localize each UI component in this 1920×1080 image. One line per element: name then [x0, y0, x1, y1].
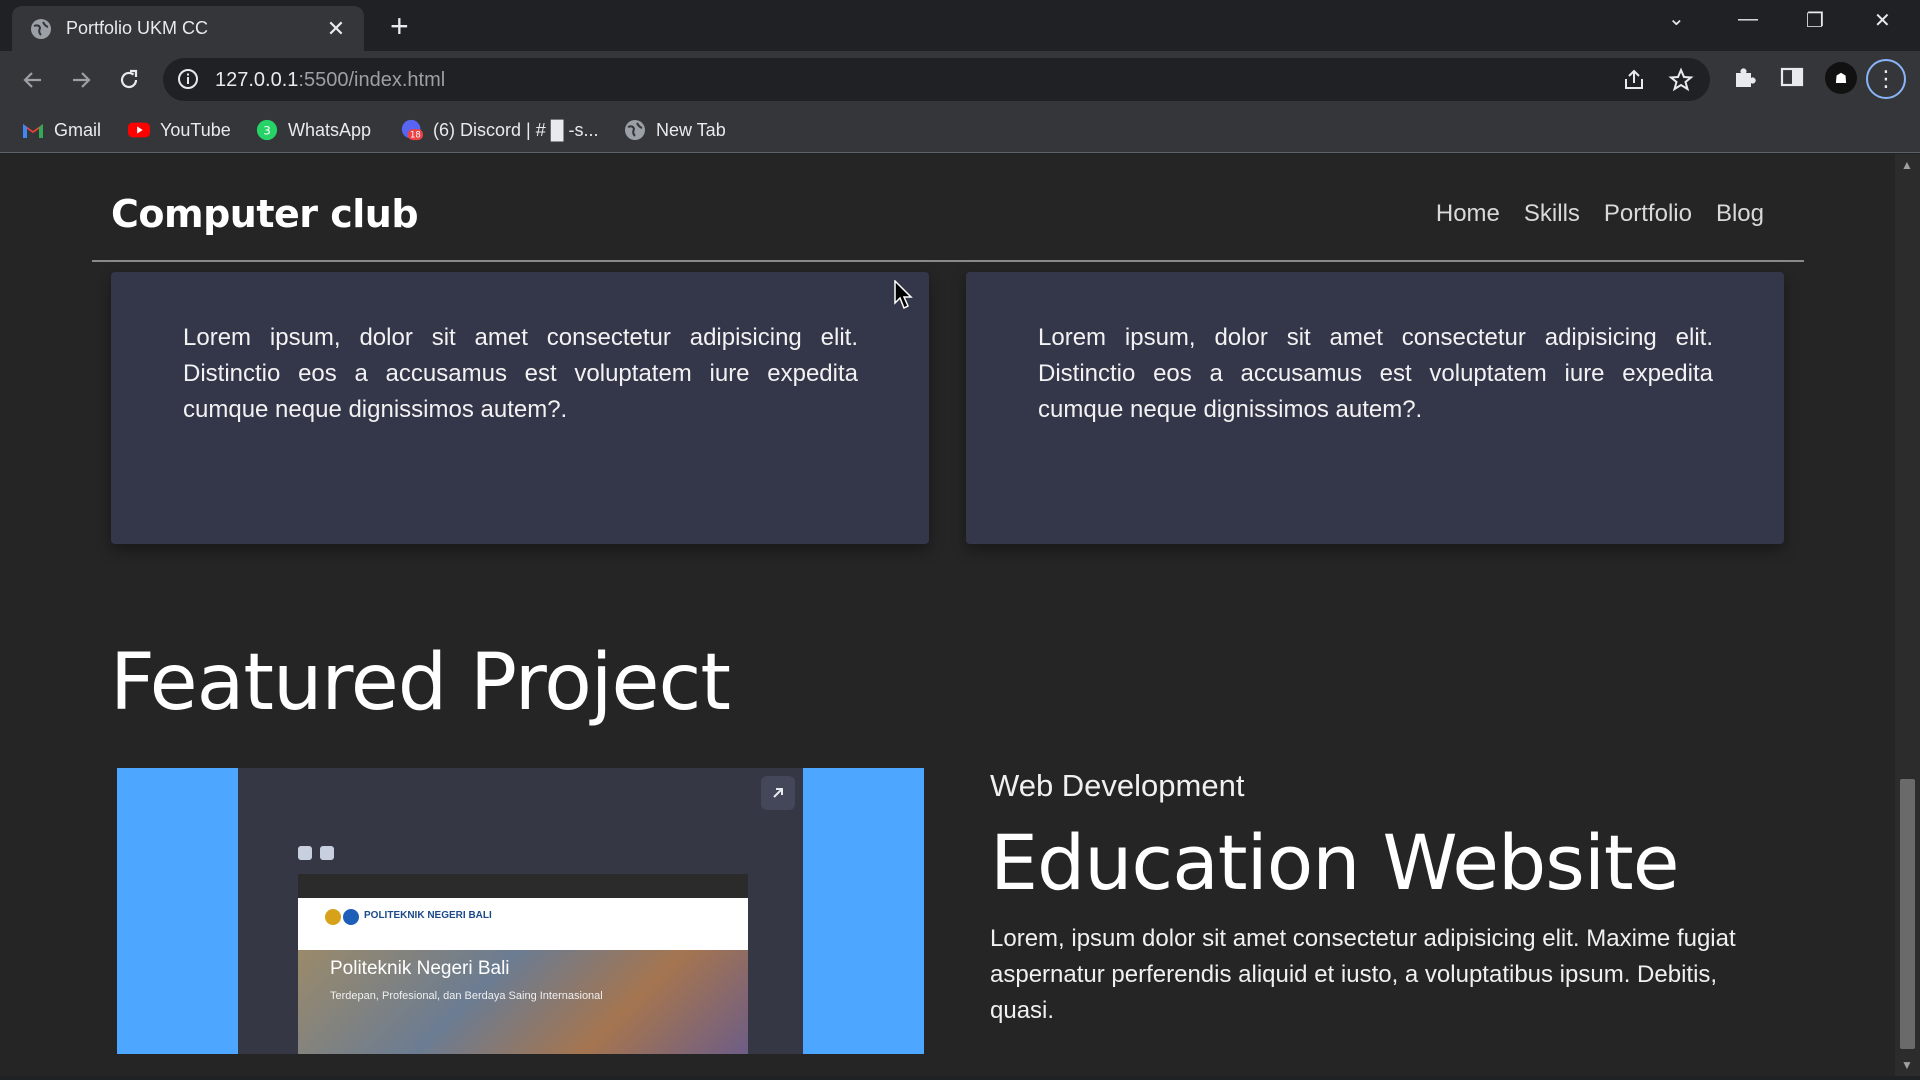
scroll-up-icon[interactable]: ▲	[1901, 158, 1913, 172]
site-info-icon[interactable]	[177, 68, 199, 90]
reload-icon[interactable]	[112, 63, 146, 97]
mini-hero-title: Politeknik Negeri Bali	[330, 958, 510, 979]
expand-icon[interactable]	[761, 776, 795, 810]
bookmark-label: New Tab	[656, 119, 726, 140]
mini-browser: POLITEKNIK NEGERI BALI Politeknik Negeri…	[298, 874, 748, 1054]
info-card: Lorem ipsum, dolor sit amet consectetur …	[966, 272, 1784, 544]
nav-skills-link[interactable]: Skills	[1524, 200, 1580, 228]
youtube-icon	[128, 119, 150, 141]
close-window-icon[interactable]: ✕	[1874, 8, 1891, 33]
scroll-down-icon[interactable]: ▼	[1901, 1058, 1913, 1072]
nav-home-link[interactable]: Home	[1436, 200, 1500, 228]
mini-hero-subtitle: Terdepan, Profesional, dan Berdaya Saing…	[330, 990, 603, 1002]
share-icon[interactable]	[1621, 67, 1647, 93]
info-card: Lorem ipsum, dolor sit amet consectetur …	[111, 272, 929, 544]
mini-hero: Politeknik Negeri Bali Terdepan, Profesi…	[298, 950, 748, 1054]
address-bar[interactable]: 127.0.0.1:5500/index.html	[163, 58, 1710, 101]
gmail-icon	[22, 119, 44, 141]
back-icon[interactable]	[16, 63, 50, 97]
globe-icon	[624, 119, 646, 141]
tab-title: Portfolio UKM CC	[66, 18, 209, 38]
discord-icon: 18	[401, 119, 423, 141]
close-tab-icon[interactable]: ✕	[324, 16, 348, 42]
project-image[interactable]: POLITEKNIK NEGERI BALI Politeknik Negeri…	[117, 768, 924, 1054]
bookmark-label: WhatsApp	[288, 119, 372, 140]
card-text: Lorem ipsum, dolor sit amet consectetur …	[183, 324, 858, 423]
svg-text:18: 18	[410, 130, 421, 140]
nav-portfolio-link[interactable]: Portfolio	[1604, 200, 1692, 228]
minimize-icon[interactable]: —	[1738, 8, 1758, 31]
url-text: 127.0.0.1:5500/index.html	[215, 69, 446, 91]
bookmark-whatsapp[interactable]: 3 WhatsApp	[256, 116, 371, 144]
extensions-icon[interactable]	[1730, 63, 1758, 91]
page-viewport: Computer club Home Skills Portfolio Blog…	[0, 154, 1895, 1076]
whatsapp-icon: 3	[256, 119, 278, 141]
mini-site-name: POLITEKNIK NEGERI BALI	[364, 910, 492, 921]
bookmark-discord[interactable]: 18 (6) Discord | # █ -s...	[401, 116, 598, 144]
scroll-thumb[interactable]	[1900, 779, 1915, 1049]
svg-text:3: 3	[263, 124, 271, 138]
project-screenshot: POLITEKNIK NEGERI BALI Politeknik Negeri…	[238, 768, 803, 1054]
browser-tab[interactable]: Portfolio UKM CC ✕	[12, 6, 364, 51]
side-panel-icon[interactable]	[1778, 63, 1806, 91]
mini-site: POLITEKNIK NEGERI BALI Politeknik Negeri…	[298, 898, 748, 1054]
restore-icon[interactable]: ❐	[1806, 8, 1824, 33]
card-text: Lorem ipsum, dolor sit amet consectetur …	[1038, 324, 1713, 423]
mouse-cursor-icon	[894, 280, 913, 310]
bookmark-gmail[interactable]: Gmail	[22, 116, 101, 144]
bookmark-star-icon[interactable]	[1668, 67, 1694, 93]
site-brand[interactable]: Computer club	[111, 192, 419, 236]
project-category: Web Development	[990, 768, 1245, 803]
tab-search-icon[interactable]: ⌄	[1668, 6, 1685, 31]
site-nav: Home Skills Portfolio Blog	[1436, 200, 1764, 228]
bookmarks-bar: Gmail YouTube 3 WhatsApp 18 (6) Discord …	[0, 108, 1920, 153]
project-description: Lorem, ipsum dolor sit amet consectetur …	[990, 925, 1736, 1024]
forward-icon[interactable]	[64, 63, 98, 97]
page-scrollbar[interactable]: ▲ ▼	[1895, 154, 1920, 1076]
bookmark-label: (6) Discord | # █ -s...	[433, 119, 599, 140]
tab-strip: Portfolio UKM CC ✕ + ⌄ — ❐ ✕	[0, 0, 1920, 51]
profile-avatar[interactable]: ☗	[1825, 62, 1857, 94]
bookmark-label: Gmail	[54, 119, 102, 140]
site-header: Computer club Home Skills Portfolio Blog	[92, 154, 1804, 262]
college-logo-icon	[325, 909, 359, 925]
bookmark-youtube[interactable]: YouTube	[128, 116, 231, 144]
project-title: Education Website	[990, 818, 1680, 907]
new-tab-icon[interactable]: +	[390, 10, 409, 42]
bookmark-label: YouTube	[160, 119, 231, 140]
nav-blog-link[interactable]: Blog	[1716, 200, 1764, 228]
menu-icon[interactable]: ⋮	[1866, 59, 1906, 99]
window-dots	[298, 846, 334, 860]
mini-browser-chrome	[298, 874, 748, 898]
section-title: Featured Project	[110, 638, 731, 728]
globe-icon	[31, 18, 51, 39]
project-details: Web Development Education Website Lorem,…	[990, 768, 1780, 1029]
bookmark-new-tab[interactable]: New Tab	[624, 116, 726, 144]
browser-toolbar: 127.0.0.1:5500/index.html ☗ ⋮	[0, 51, 1920, 108]
